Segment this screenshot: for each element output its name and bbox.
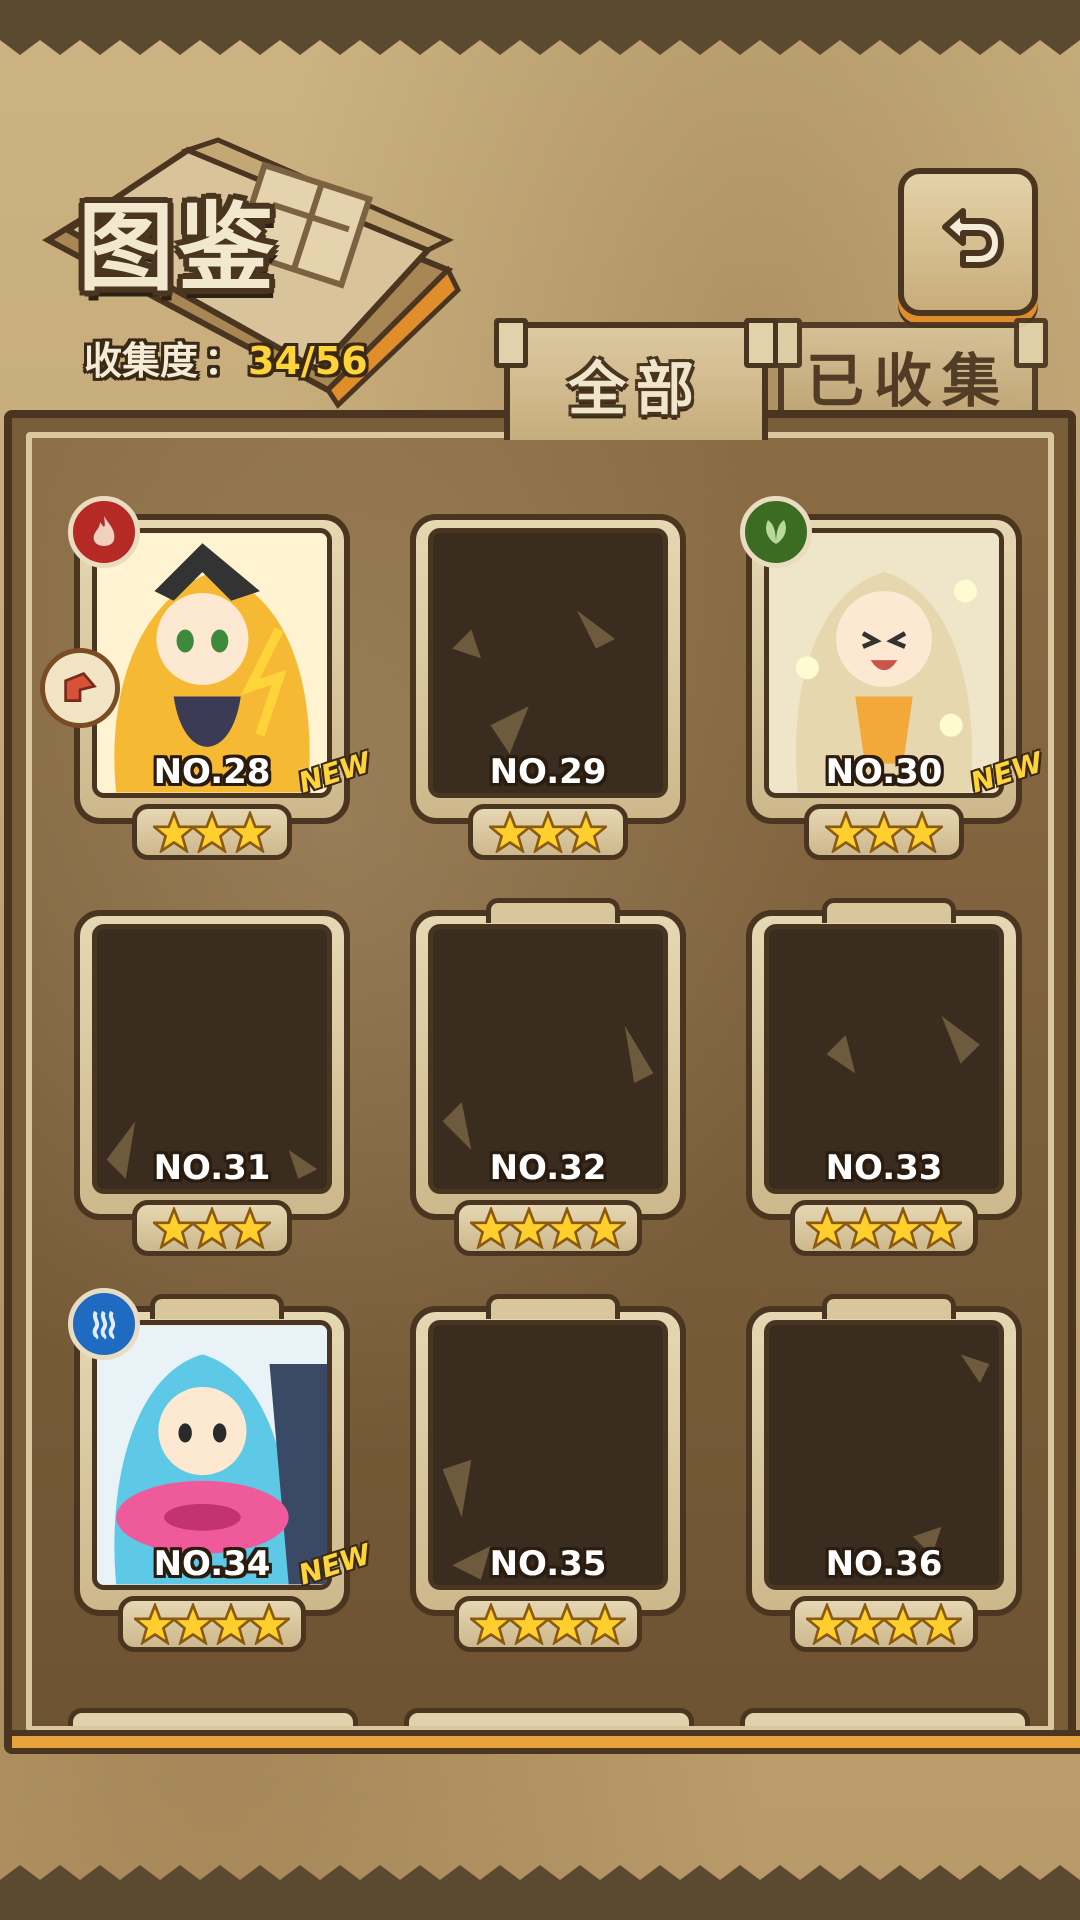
collection-separator: ： bbox=[204, 339, 243, 383]
star-icon bbox=[229, 1207, 271, 1249]
star-rating bbox=[790, 1596, 978, 1652]
star-icon bbox=[489, 811, 531, 853]
star-icon bbox=[546, 1603, 588, 1645]
class-badge-icon bbox=[40, 648, 120, 728]
star-icon bbox=[863, 811, 905, 853]
star-icon bbox=[172, 1603, 214, 1645]
collection-card[interactable]: NO.29 bbox=[398, 508, 698, 868]
star-icon bbox=[191, 811, 233, 853]
card-number: NO.32 bbox=[489, 1148, 607, 1188]
panel-bottom-trim bbox=[12, 1730, 1080, 1754]
star-icon bbox=[546, 1207, 588, 1249]
water-element-icon bbox=[68, 1288, 140, 1360]
collection-card[interactable]: NO.35 bbox=[398, 1294, 698, 1660]
page-title: 图鉴 bbox=[78, 192, 278, 304]
star-icon bbox=[825, 811, 867, 853]
star-rating bbox=[132, 804, 292, 860]
star-icon bbox=[153, 1207, 195, 1249]
star-icon bbox=[191, 1207, 233, 1249]
star-icon bbox=[470, 1603, 512, 1645]
star-icon bbox=[844, 1207, 886, 1249]
next-row-card-peek bbox=[740, 1708, 1030, 1726]
collection-card[interactable]: NO.31 bbox=[62, 904, 362, 1264]
star-icon bbox=[210, 1603, 252, 1645]
next-row-card-peek bbox=[68, 1708, 358, 1726]
wood-element-icon bbox=[740, 496, 812, 568]
star-icon bbox=[882, 1207, 924, 1249]
collection-panel: NO.28 NEW NO.29 NO.30 NEW NO.31 NO.32 NO… bbox=[4, 410, 1080, 1754]
star-icon bbox=[565, 811, 607, 853]
star-rating bbox=[132, 1200, 292, 1256]
collection-grid[interactable]: NO.28 NEW NO.29 NO.30 NEW NO.31 NO.32 NO… bbox=[26, 432, 1054, 1732]
collection-card[interactable]: NO.36 bbox=[734, 1294, 1034, 1660]
star-icon bbox=[584, 1207, 626, 1249]
star-rating bbox=[454, 1596, 642, 1652]
return-arrow-icon bbox=[942, 208, 1004, 268]
tab-collected[interactable]: 已收集 bbox=[768, 318, 1048, 424]
star-rating bbox=[454, 1200, 642, 1256]
star-rating bbox=[804, 804, 964, 860]
top-zigzag-border bbox=[0, 0, 1080, 55]
star-icon bbox=[527, 811, 569, 853]
collection-card[interactable]: NO.32 bbox=[398, 898, 698, 1264]
star-icon bbox=[248, 1603, 290, 1645]
tab-collected-label: 已收集 bbox=[805, 347, 1010, 415]
next-row-card-peek bbox=[404, 1708, 694, 1726]
tab-all-label: 全部 bbox=[567, 355, 704, 423]
collection-card[interactable]: NO.34 NEW bbox=[62, 1288, 375, 1660]
star-icon bbox=[584, 1603, 626, 1645]
collection-progress: 收集度： 34/56 bbox=[84, 330, 368, 385]
star-rating bbox=[468, 804, 628, 860]
star-rating bbox=[790, 1200, 978, 1256]
star-icon bbox=[806, 1603, 848, 1645]
star-icon bbox=[806, 1207, 848, 1249]
star-icon bbox=[470, 1207, 512, 1249]
card-number: NO.36 bbox=[825, 1544, 943, 1584]
star-icon bbox=[153, 811, 195, 853]
star-icon bbox=[920, 1603, 962, 1645]
collection-value: 34/56 bbox=[248, 339, 368, 383]
bottom-zigzag-border bbox=[0, 1865, 1080, 1920]
collection-card[interactable]: NO.33 bbox=[734, 898, 1034, 1264]
tab-all[interactable]: 全部 bbox=[494, 318, 778, 440]
star-rating bbox=[118, 1596, 306, 1652]
back-button[interactable] bbox=[898, 168, 1038, 316]
star-icon bbox=[901, 811, 943, 853]
star-icon bbox=[508, 1207, 550, 1249]
card-number: NO.33 bbox=[825, 1148, 943, 1188]
tab-post bbox=[744, 318, 778, 368]
star-icon bbox=[844, 1603, 886, 1645]
star-icon bbox=[229, 811, 271, 853]
card-number: NO.35 bbox=[489, 1544, 607, 1584]
card-number: NO.29 bbox=[489, 752, 607, 792]
star-icon bbox=[882, 1603, 924, 1645]
collection-card[interactable]: NO.30 NEW bbox=[734, 496, 1047, 868]
star-icon bbox=[508, 1603, 550, 1645]
card-number: NO.31 bbox=[153, 1148, 271, 1188]
tab-post bbox=[1014, 318, 1048, 368]
collection-label: 收集度 bbox=[84, 339, 199, 383]
tab-post bbox=[494, 318, 528, 368]
star-icon bbox=[134, 1603, 176, 1645]
star-icon bbox=[920, 1207, 962, 1249]
fire-element-icon bbox=[68, 496, 140, 568]
collection-card[interactable]: NO.28 NEW bbox=[40, 496, 375, 868]
